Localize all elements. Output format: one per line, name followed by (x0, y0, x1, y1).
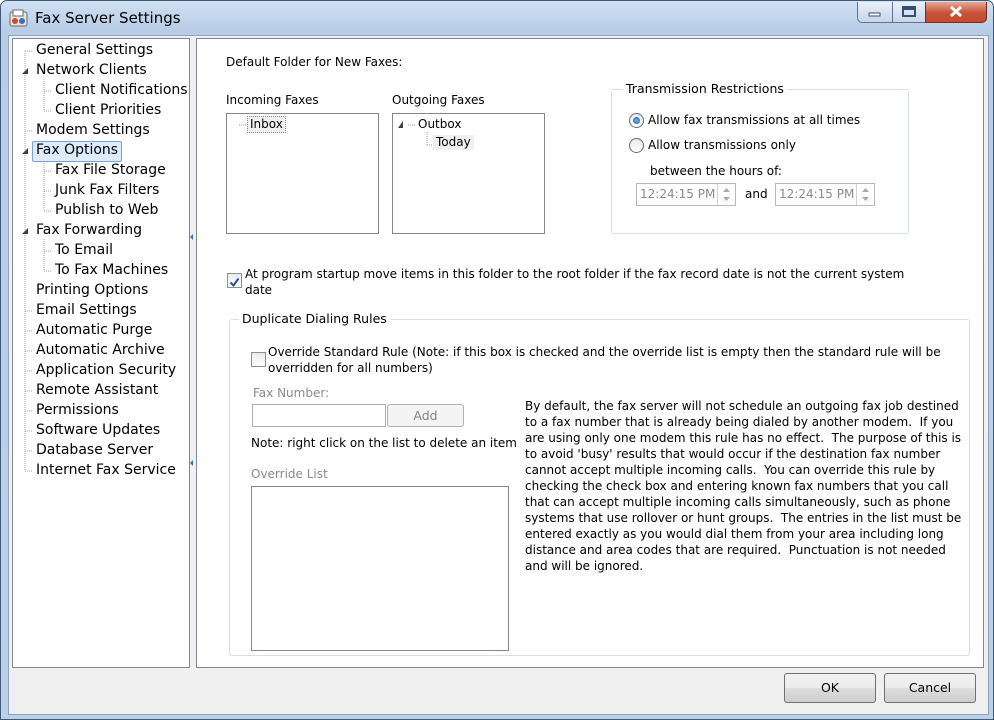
nav-item[interactable]: Client Notifications (52, 81, 191, 100)
description-line: entered exactly as you would dial them f… (525, 527, 944, 541)
add-button[interactable]: Add (387, 404, 464, 427)
tree-expander-icon[interactable] (21, 227, 29, 235)
collapse-arrow-icon (398, 121, 403, 128)
default-folder-heading: Default Folder for New Faxes: (226, 55, 403, 69)
nav-item[interactable]: Printing Options (33, 281, 151, 300)
spinner-arrows-icon[interactable] (717, 184, 735, 205)
nav-item[interactable]: Fax File Storage (52, 161, 169, 180)
delete-note: Note: right click on the list to delete … (251, 436, 517, 450)
nav-item[interactable]: Modem Settings (33, 121, 153, 140)
allow-only-radio[interactable] (629, 138, 644, 153)
nav-item[interactable]: To Email (52, 241, 116, 260)
settings-navigation-tree[interactable]: General Settings Network Clients Client No… (12, 38, 190, 668)
nav-item[interactable]: Software Updates (33, 421, 163, 440)
close-button[interactable] (925, 2, 987, 23)
nav-item[interactable]: Internet Fax Service (33, 461, 179, 480)
nav-item[interactable]: Fax Options (32, 141, 123, 162)
start-time-value: 12:24:15 PM (640, 187, 716, 201)
nav-item[interactable]: Client Priorities (52, 101, 164, 120)
nav-item[interactable]: To Fax Machines (52, 261, 171, 280)
nav-item[interactable]: General Settings (33, 41, 156, 60)
transmission-restrictions-title: Transmission Restrictions (623, 81, 787, 96)
and-label: and (745, 187, 768, 201)
description-line: cannot accept multiple incoming calls. Y… (525, 463, 936, 477)
incoming-faxes-tree[interactable]: Inbox (226, 113, 379, 234)
window-title: Fax Server Settings (35, 9, 181, 27)
outgoing-faxes-tree[interactable]: Outbox Today (392, 113, 545, 234)
nav-item[interactable]: Automatic Purge (33, 321, 155, 340)
checkmark-icon (229, 277, 240, 288)
description-line: that can accept multiple incoming calls … (525, 495, 951, 509)
folder-node-inbox[interactable]: Inbox (247, 116, 286, 133)
ok-button[interactable]: OK (784, 673, 876, 703)
fax-options-panel: Default Folder for New Faxes: Incoming F… (196, 38, 984, 668)
folder-node-outbox[interactable]: Outbox (415, 117, 464, 132)
override-standard-rule-checkbox[interactable] (251, 352, 266, 367)
description-line: to avoid 'busy' results that would occur… (525, 447, 941, 461)
between-hours-label: between the hours of: (650, 164, 782, 178)
end-time-value: 12:24:15 PM (779, 187, 855, 201)
incoming-faxes-label: Incoming Faxes (226, 93, 319, 107)
duplicate-rule-description: By default, the fax server will not sche… (525, 398, 961, 574)
splitter-handle[interactable] (189, 226, 194, 476)
minimize-button[interactable] (857, 2, 893, 23)
nav-item[interactable]: Permissions (33, 401, 122, 420)
duplicate-dialing-rules-title: Duplicate Dialing Rules (239, 311, 390, 326)
nav-item[interactable]: Publish to Web (52, 201, 161, 220)
override-rule-label-line1[interactable]: Override Standard Rule (Note: if this bo… (268, 345, 941, 359)
fax-server-settings-window: Fax Server Settings General Settings Net… (0, 0, 994, 720)
description-line: distance and area codes that are require… (525, 543, 946, 557)
app-icon (9, 9, 28, 27)
description-line: and will be ignored. (525, 559, 644, 573)
override-list[interactable] (251, 486, 509, 651)
startup-move-label-line2[interactable]: date (245, 283, 272, 297)
tree-expander-icon[interactable] (21, 147, 29, 155)
allow-all-times-radio[interactable] (629, 113, 644, 128)
nav-item[interactable]: Automatic Archive (33, 341, 168, 360)
description-line: systems that use rollover or hunt groups… (525, 511, 962, 525)
nav-item[interactable]: Application Security (33, 361, 179, 380)
maximize-icon (902, 6, 916, 17)
description-line: By default, the fax server will not sche… (525, 399, 959, 413)
startup-move-label-line1[interactable]: At program startup move items in this fo… (245, 267, 904, 281)
close-icon (949, 5, 963, 18)
minimize-icon (868, 12, 881, 17)
folder-node-today[interactable]: Today (433, 135, 474, 150)
nav-item[interactable]: Database Server (33, 441, 156, 460)
cancel-button[interactable]: Cancel (884, 673, 976, 703)
description-line: to a fax number that is already being di… (525, 415, 954, 429)
nav-item[interactable]: Junk Fax Filters (52, 181, 162, 200)
fax-number-label: Fax Number: (253, 386, 330, 400)
fax-number-input[interactable] (252, 404, 386, 427)
description-line: are using only one modem this rule has n… (525, 431, 962, 445)
title-bar[interactable]: Fax Server Settings (1, 1, 993, 37)
nav-item[interactable]: Email Settings (33, 301, 140, 320)
end-time-spinner[interactable]: 12:24:15 PM (775, 183, 875, 206)
dialog-client-area: General Settings Network Clients Client No… (8, 35, 989, 715)
override-rule-label-line2[interactable]: overridden for all numbers) (268, 361, 433, 375)
spinner-arrows-icon[interactable] (856, 184, 874, 205)
transmission-restrictions-group: Transmission Restrictions Allow fax tran… (611, 81, 909, 234)
startup-move-checkbox[interactable] (227, 273, 242, 288)
start-time-spinner[interactable]: 12:24:15 PM (636, 183, 736, 206)
outgoing-faxes-label: Outgoing Faxes (392, 93, 485, 107)
allow-all-times-label[interactable]: Allow fax transmissions at all times (648, 113, 860, 127)
nav-item[interactable]: Remote Assistant (33, 381, 161, 400)
maximize-button[interactable] (892, 2, 926, 23)
override-list-label: Override List (251, 467, 328, 481)
nav-item[interactable]: Network Clients (33, 61, 150, 80)
duplicate-dialing-rules-group: Duplicate Dialing Rules Override Standar… (229, 311, 970, 656)
nav-item[interactable]: Fax Forwarding (33, 221, 145, 240)
tree-expander-icon[interactable] (21, 67, 29, 75)
description-line: checking the check box and entering know… (525, 479, 949, 493)
allow-only-label[interactable]: Allow transmissions only (648, 138, 796, 152)
